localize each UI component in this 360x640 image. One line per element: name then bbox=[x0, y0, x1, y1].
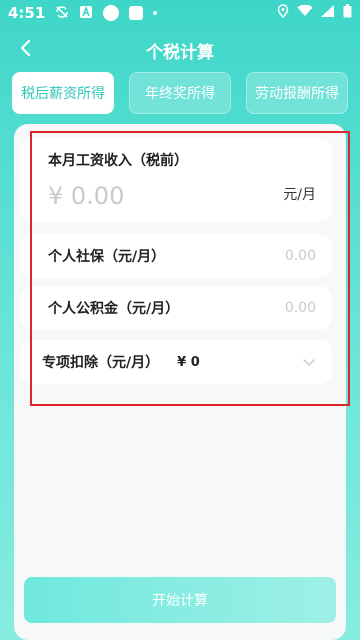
income-unit: 元/月 bbox=[283, 187, 316, 203]
battery-icon bbox=[343, 4, 352, 22]
wifi-icon bbox=[297, 4, 313, 21]
more-notifications-icon bbox=[153, 11, 158, 15]
notification-square-icon bbox=[129, 6, 144, 20]
signal-icon bbox=[321, 5, 335, 21]
tab-labor-remuneration[interactable]: 劳动报酬所得 bbox=[246, 72, 348, 114]
start-calculation-button[interactable]: 开始计算 bbox=[24, 577, 336, 623]
housing-fund-input[interactable]: 0.00 bbox=[285, 300, 316, 316]
housing-fund-label: 个人公积金（元/月） bbox=[48, 301, 180, 317]
back-button[interactable] bbox=[12, 36, 40, 64]
tab-year-end-bonus[interactable]: 年终奖所得 bbox=[129, 72, 231, 114]
a-box-icon bbox=[79, 5, 93, 22]
nav-bar: 个税计算 bbox=[0, 32, 360, 68]
income-label: 本月工资收入（税前） bbox=[48, 153, 188, 169]
status-time: 4:51 bbox=[8, 4, 46, 22]
social-insurance-input[interactable]: 0.00 bbox=[285, 248, 316, 264]
page-title: 个税计算 bbox=[146, 42, 214, 63]
status-bar: 4:51 bbox=[0, 0, 360, 26]
special-deduction-row[interactable]: 专项扣除（元/月） ¥ 0 bbox=[20, 340, 332, 384]
sync-off-icon bbox=[55, 5, 69, 22]
income-input[interactable]: ¥ 0.00 bbox=[48, 182, 124, 210]
notification-circle-icon bbox=[103, 5, 120, 21]
housing-fund-row[interactable]: 个人公积金（元/月） 0.00 bbox=[20, 286, 332, 330]
special-deduction-amount: ¥ 0 bbox=[177, 354, 200, 370]
chevron-down-icon[interactable] bbox=[302, 353, 316, 372]
social-insurance-label: 个人社保（元/月） bbox=[48, 249, 166, 265]
chevron-left-icon bbox=[19, 39, 33, 61]
location-icon bbox=[277, 4, 289, 22]
category-tabs: 税后薪资所得 年终奖所得 劳动报酬所得 bbox=[12, 72, 348, 114]
special-deduction-label: 专项扣除（元/月） bbox=[42, 355, 160, 371]
tab-after-tax-salary[interactable]: 税后薪资所得 bbox=[12, 72, 114, 114]
income-card[interactable]: 本月工资收入（税前） ¥ 0.00 元/月 bbox=[20, 138, 332, 222]
social-insurance-row[interactable]: 个人社保（元/月） 0.00 bbox=[20, 234, 332, 278]
